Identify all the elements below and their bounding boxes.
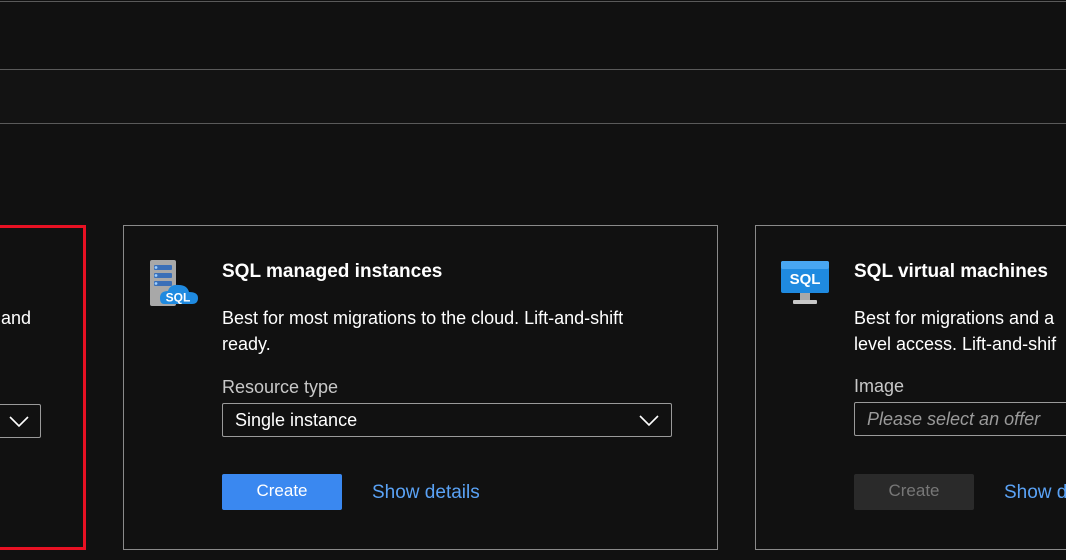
show-details-link[interactable]: Show d [1004,482,1066,504]
left-card-dropdown[interactable] [0,404,41,438]
image-label: Image [854,376,905,396]
card-description-line-1: Best for most migrations to the cloud. L… [222,308,624,328]
card-description-line-2: level access. Lift-and-shif [854,334,1057,354]
sql-virtual-machines-card: SQL SQL virtual machines Best for migrat… [755,225,1066,550]
show-details-link[interactable]: Show details [372,482,480,504]
card-description-line-1: Best for migrations and a [854,308,1055,328]
resource-type-dropdown[interactable]: Single instance [222,403,672,437]
chevron-down-icon [9,416,29,428]
header-divider-bottom [0,123,1066,124]
sql-databases-card[interactable]: and [0,225,86,550]
card-title: SQL virtual machines [854,261,1048,282]
image-dropdown[interactable]: Please select an offer [854,402,1066,436]
card-description: and [1,308,32,328]
svg-text:SQL: SQL [166,291,191,305]
image-placeholder: Please select an offer [867,409,1041,429]
svg-text:SQL: SQL [790,271,821,288]
sql-virtual-machine-icon: SQL [781,261,829,304]
header-divider-middle [0,69,1066,70]
toolbar-band [0,70,1066,123]
sql-managed-instances-card: SQL SQL managed instances Best for most … [123,225,718,550]
header-divider-top [0,1,1066,2]
create-button-disabled: Create [854,474,974,510]
create-button[interactable]: Create [222,474,342,510]
resource-type-value: Single instance [235,410,358,430]
sql-managed-instance-icon: SQL [150,260,198,306]
card-description-line-2: ready. [222,334,271,354]
card-title: SQL managed instances [222,261,443,282]
page: and SQL SQL managed instances Best for m… [0,0,1066,560]
resource-type-label: Resource type [222,377,339,397]
chevron-down-icon [639,415,659,427]
